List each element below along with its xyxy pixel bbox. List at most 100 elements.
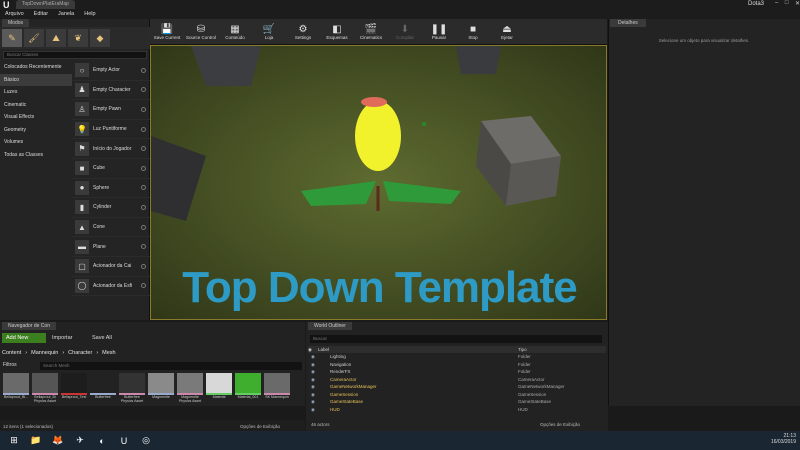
column-type[interactable]: Tipo [518, 346, 527, 353]
help-icon[interactable] [141, 244, 146, 250]
menu-help[interactable]: Help [84, 10, 95, 19]
eye-icon[interactable]: ◉ [308, 353, 318, 361]
help-icon[interactable] [141, 204, 146, 210]
column-label[interactable]: Label [318, 346, 518, 353]
help-icon[interactable] [141, 263, 146, 269]
outliner-row[interactable]: ◉ CameraActor CameraActor [308, 376, 606, 384]
help-icon[interactable] [141, 87, 146, 93]
chrome-icon[interactable]: ◎ [138, 433, 154, 448]
cinematics-button[interactable]: 🎬 Cinematics [354, 19, 388, 44]
actor-item[interactable]: ▢ Acionador da Cai [72, 257, 150, 277]
actor-item[interactable]: ▬ Plane [72, 237, 150, 257]
start-button-icon[interactable]: ⊞ [6, 433, 22, 448]
outliner-row[interactable]: ◉ HUD HUD [308, 406, 606, 414]
build-button[interactable]: ⬇ Compilar [388, 19, 422, 44]
help-icon[interactable] [141, 126, 146, 132]
menu-janela[interactable]: Janela [58, 10, 74, 19]
category-item[interactable]: Luzes [0, 86, 72, 99]
add-new-button[interactable]: Add New [2, 333, 46, 343]
asset-tile[interactable]: Bellaprout_Bl Physics Asset [31, 373, 59, 407]
view-options-button[interactable]: Opções de Exibição [240, 424, 280, 429]
actor-item[interactable]: ♟ Empty Character [72, 81, 150, 101]
source-control-button[interactable]: ⛁ Source Control [184, 19, 218, 44]
actor-item[interactable]: ⚑ Início do Jogador [72, 139, 150, 159]
import-button[interactable]: Importar [52, 333, 72, 343]
eye-icon[interactable]: ◉ [308, 368, 318, 376]
category-item[interactable]: Volumes [0, 136, 72, 149]
menu-arquivo[interactable]: Arquivo [5, 10, 24, 19]
asset-tile[interactable]: Material [205, 373, 233, 407]
outliner-row[interactable]: ◉ RenderFX Folder [308, 368, 606, 376]
actor-item[interactable]: ♙ Empty Pawn [72, 100, 150, 120]
category-item[interactable]: Cinematic [0, 99, 72, 112]
eye-icon[interactable]: ◉ [308, 406, 318, 414]
actor-item[interactable]: ○ Empty Actor [72, 61, 150, 81]
outliner-row[interactable]: ◉ GameSession GameSession [308, 391, 606, 399]
minimize-icon[interactable]: – [775, 0, 778, 9]
breadcrumb-item[interactable]: Character [68, 350, 92, 356]
save-all-button[interactable]: Save All [92, 333, 112, 343]
asset-tile[interactable]: Butterfree [89, 373, 117, 407]
blueprints-button[interactable]: ◧ Esquemas [320, 19, 354, 44]
outliner-row[interactable]: ◉ GameNetworkManager GameNetworkManager [308, 383, 606, 391]
actor-item[interactable]: ■ Cube [72, 159, 150, 179]
close-icon[interactable]: ✕ [795, 0, 800, 9]
eject-button[interactable]: ⏏ Ejetar [490, 19, 524, 44]
asset-tile[interactable]: Bellsprout_Text [60, 373, 88, 407]
system-clock[interactable]: 21:13 16/03/2019 [730, 433, 796, 445]
category-item[interactable]: Básico [0, 73, 72, 86]
level-viewport[interactable]: Top Down Template [150, 45, 607, 320]
firefox-icon[interactable]: 🦊 [50, 433, 66, 448]
help-icon[interactable] [141, 106, 146, 112]
breadcrumb-item[interactable]: Mannequin [31, 350, 58, 356]
unreal-engine-icon[interactable]: U [116, 433, 132, 448]
telegram-icon[interactable]: ✈ [72, 433, 88, 448]
asset-tile[interactable]: Bellaprout_Bl... [2, 373, 30, 407]
paint-mode-icon[interactable]: 🖌 [24, 29, 44, 47]
category-item[interactable]: Visual Effects [0, 111, 72, 124]
eye-icon[interactable]: ◉ [308, 398, 318, 406]
maximize-icon[interactable]: □ [785, 0, 789, 9]
actor-item[interactable]: ▮ Cylinder [72, 198, 150, 218]
asset-tile[interactable]: Butterfree Physics Asset [118, 373, 146, 407]
tab-modes[interactable]: Modos [2, 19, 30, 27]
content-button[interactable]: ▦ Conteúdo [218, 19, 252, 44]
blender-icon[interactable]: ◐ [94, 433, 110, 448]
asset-tile[interactable]: Magnemite Physics Asset [176, 373, 204, 407]
search-assets-input[interactable]: Search Mesh [40, 362, 302, 370]
place-mode-icon[interactable]: ✎ [2, 29, 22, 47]
stop-button[interactable]: ■ Stop [456, 19, 490, 44]
tab-world-outliner[interactable]: World Outliner [308, 322, 352, 330]
help-icon[interactable] [141, 146, 146, 152]
help-icon[interactable] [141, 283, 146, 289]
foliage-mode-icon[interactable]: ❦ [68, 29, 88, 47]
outliner-search-input[interactable]: Buscar [310, 335, 602, 343]
geometry-mode-icon[interactable]: ◆ [90, 29, 110, 47]
asset-tile[interactable]: Magnemite [147, 373, 175, 407]
breadcrumb-item[interactable]: Mesh [102, 350, 115, 356]
breadcrumb-item[interactable]: Content [2, 350, 21, 356]
menu-editar[interactable]: Editar [34, 10, 48, 19]
asset-tile[interactable]: SK Mannequin [263, 373, 291, 407]
help-icon[interactable] [141, 224, 146, 230]
category-item[interactable]: Geometry [0, 124, 72, 137]
save-current-button[interactable]: 💾 Save Current [150, 19, 184, 44]
outliner-row[interactable]: ◉ Navigation Folder [308, 361, 606, 369]
outliner-row[interactable]: ◉ GameStateBase GameStateBase [308, 398, 606, 406]
pause-button[interactable]: ❚❚ Pausar [422, 19, 456, 44]
eye-icon[interactable]: ◉ [308, 361, 318, 369]
tab-details[interactable]: Detalhes [610, 19, 646, 27]
category-item[interactable]: Colocados Recentemente [0, 61, 72, 74]
eye-icon[interactable]: ◉ [308, 376, 318, 384]
settings-button[interactable]: ⚙ Settings [286, 19, 320, 44]
tab-content-browser[interactable]: Navegador de Con [2, 322, 56, 330]
landscape-mode-icon[interactable]: ⛰ [46, 29, 66, 47]
asset-tile[interactable]: Material_001 [234, 373, 262, 407]
help-icon[interactable] [141, 185, 146, 191]
outliner-view-options-button[interactable]: Opções de Exibição [540, 422, 580, 427]
level-tab[interactable]: TopDownPlatEraMap [16, 0, 75, 9]
help-icon[interactable] [141, 165, 146, 171]
actor-item[interactable]: ◯ Acionador da Esfi [72, 277, 150, 297]
eye-icon[interactable]: ◉ [308, 383, 318, 391]
actor-item[interactable]: ▲ Cone [72, 218, 150, 238]
